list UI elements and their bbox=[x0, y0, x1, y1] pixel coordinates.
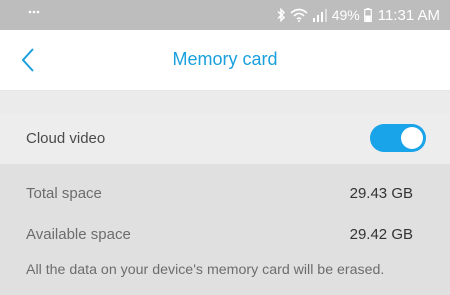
storage-info-section: Total space 29.43 GB Available space 29.… bbox=[0, 164, 450, 295]
erase-warning-text: All the data on your device's memory car… bbox=[26, 262, 385, 278]
available-space-label: Available space bbox=[26, 226, 131, 243]
page-title: Memory card bbox=[172, 49, 278, 69]
status-indicators: 49% 11:31 AM bbox=[276, 0, 440, 30]
cloud-video-toggle[interactable] bbox=[370, 124, 426, 152]
signal-icon bbox=[312, 8, 328, 22]
total-space-label: Total space bbox=[26, 185, 102, 202]
total-space-value: 29.43 GB bbox=[349, 185, 413, 202]
battery-icon bbox=[363, 8, 372, 22]
bluetooth-icon bbox=[276, 8, 286, 22]
status-bar: 49% 11:31 AM bbox=[0, 0, 450, 30]
section-divider bbox=[0, 91, 450, 113]
battery-percentage: 49% bbox=[331, 7, 360, 23]
toggle-knob bbox=[401, 127, 423, 149]
total-space-row: Total space 29.43 GB bbox=[0, 183, 450, 205]
wifi-icon bbox=[290, 8, 308, 22]
app-header: Memory card bbox=[0, 30, 450, 91]
cloud-video-row: Cloud video bbox=[0, 113, 450, 164]
more-notifications-icon bbox=[28, 10, 40, 14]
clock: 11:31 AM bbox=[377, 6, 440, 24]
available-space-row: Available space 29.42 GB bbox=[0, 224, 450, 246]
cloud-video-label: Cloud video bbox=[26, 130, 106, 147]
available-space-value: 29.42 GB bbox=[349, 226, 413, 243]
